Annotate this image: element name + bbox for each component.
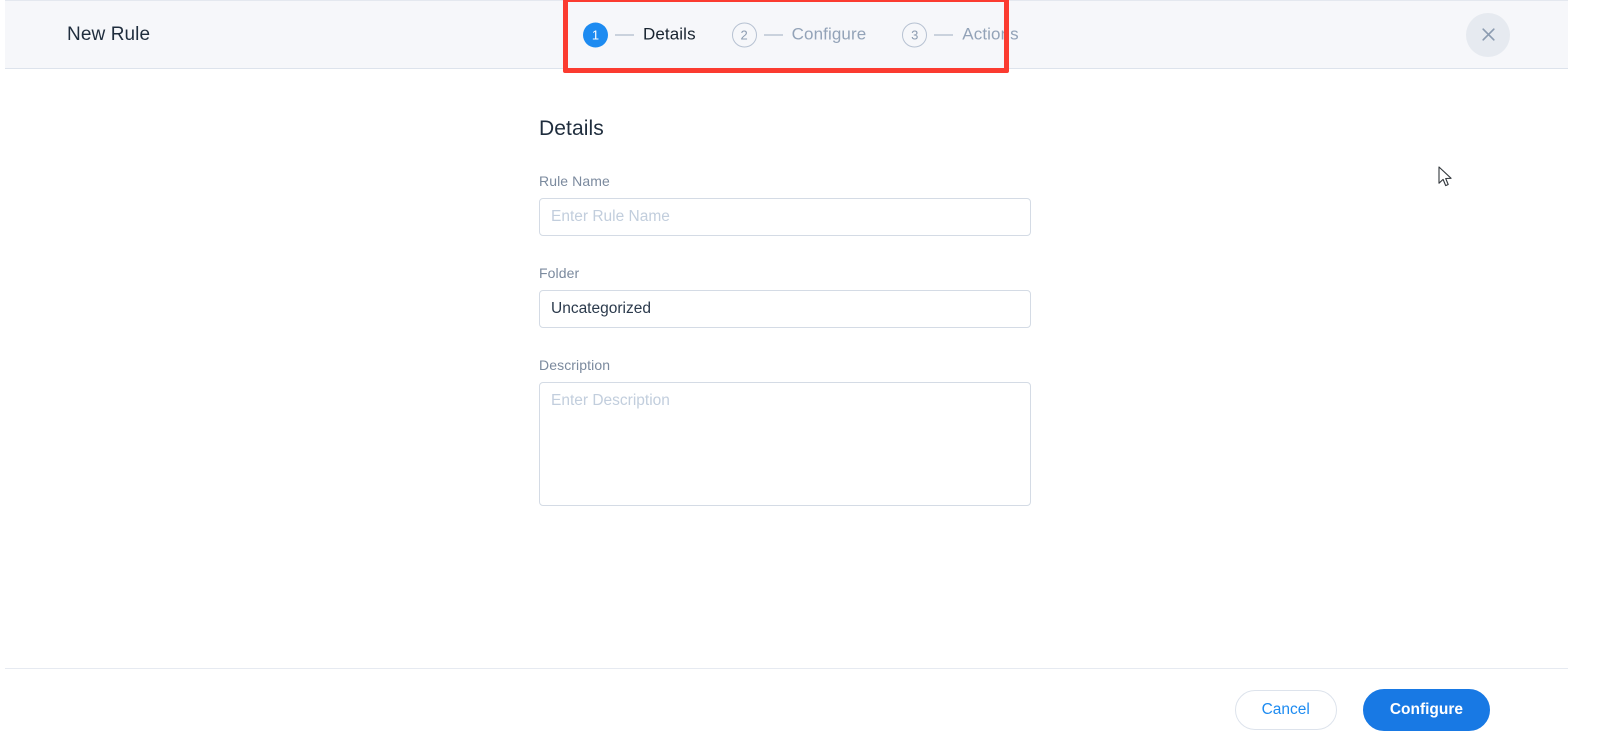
field-folder: Folder bbox=[539, 265, 1031, 328]
folder-input[interactable] bbox=[539, 290, 1031, 328]
step-label-configure: Configure bbox=[791, 24, 867, 44]
close-button[interactable] bbox=[1466, 12, 1510, 57]
new-rule-modal: New Rule 1 Details 2 Configure 3 Actions… bbox=[5, 0, 1568, 751]
cancel-button[interactable]: Cancel bbox=[1234, 690, 1337, 730]
field-rule-name: Rule Name bbox=[539, 173, 1031, 236]
details-form: Details Rule Name Folder Description bbox=[539, 117, 1031, 535]
app-root: New Rule 1 Details 2 Configure 3 Actions… bbox=[0, 0, 1600, 751]
step-connector-2 bbox=[763, 34, 783, 35]
step-connector-1 bbox=[615, 34, 634, 35]
stepper-step-actions[interactable]: 3 Actions bbox=[902, 22, 1019, 47]
step-label-details: Details bbox=[643, 24, 696, 44]
step-number-2: 2 bbox=[731, 22, 757, 47]
configure-button[interactable]: Configure bbox=[1362, 689, 1490, 731]
step-label-actions: Actions bbox=[962, 24, 1019, 44]
modal-footer: Cancel Configure bbox=[5, 668, 1568, 751]
page-title: New Rule bbox=[67, 23, 151, 45]
stepper-step-configure[interactable]: 2 Configure bbox=[731, 22, 867, 47]
modal-header: New Rule 1 Details 2 Configure 3 Actions bbox=[5, 0, 1568, 73]
step-connector-3 bbox=[934, 34, 954, 35]
label-folder: Folder bbox=[539, 265, 580, 281]
label-description: Description bbox=[539, 357, 611, 373]
modal-body: Details Rule Name Folder Description bbox=[5, 69, 1568, 668]
label-rule-name: Rule Name bbox=[539, 173, 610, 189]
step-number-3: 3 bbox=[902, 22, 928, 47]
description-textarea[interactable] bbox=[539, 382, 1031, 506]
stepper-step-details[interactable]: 1 Details bbox=[583, 22, 696, 47]
step-number-1: 1 bbox=[583, 22, 608, 47]
close-icon bbox=[1480, 26, 1497, 43]
wizard-stepper: 1 Details 2 Configure 3 Actions bbox=[583, 22, 1019, 47]
field-description: Description bbox=[539, 357, 1031, 506]
rule-name-input[interactable] bbox=[539, 198, 1031, 236]
section-title: Details bbox=[539, 117, 604, 140]
